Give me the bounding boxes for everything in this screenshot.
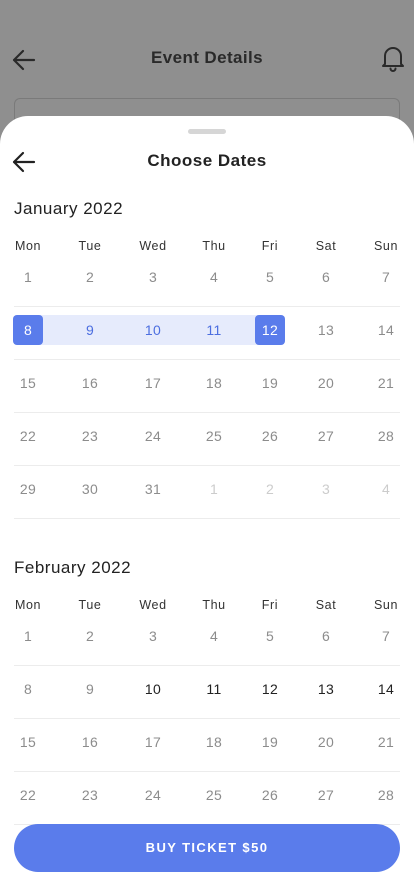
weekday-label: Sun: [373, 239, 399, 253]
event-details-title: Event Details: [151, 48, 263, 67]
weekday-label: Sat: [315, 598, 337, 612]
day-cell: 4: [381, 481, 391, 497]
day-cell: 2: [265, 481, 275, 497]
weekday-label: Mon: [14, 239, 42, 253]
day-cell[interactable]: 12: [255, 674, 285, 704]
weekday-label: Fri: [261, 598, 279, 612]
day-cell[interactable]: 4: [199, 262, 229, 292]
day-cell[interactable]: 17: [138, 727, 168, 757]
sheet-drag-handle[interactable]: [188, 129, 226, 134]
day-cell[interactable]: 27: [311, 780, 341, 810]
weekday-label: Mon: [14, 598, 42, 612]
weekday-label: Sun: [373, 598, 399, 612]
day-cell[interactable]: 25: [199, 780, 229, 810]
day-cell[interactable]: 18: [199, 368, 229, 398]
day-cell[interactable]: 19: [255, 727, 285, 757]
day-cell[interactable]: 9: [75, 315, 105, 345]
day-cell[interactable]: 20: [311, 368, 341, 398]
weekday-header: Mon Tue Wed Thu Fri Sat Sun: [0, 239, 414, 255]
month-title: January 2022: [14, 199, 124, 218]
day-cell[interactable]: 7: [371, 621, 401, 651]
day-cell[interactable]: 14: [371, 315, 401, 345]
day-cell[interactable]: 26: [255, 780, 285, 810]
day-cell[interactable]: 3: [138, 262, 168, 292]
day-cell[interactable]: 13: [311, 315, 341, 345]
weekday-label: Wed: [139, 239, 167, 253]
weekday-header: Mon Tue Wed Thu Fri Sat Sun: [0, 598, 414, 614]
day-cell[interactable]: 1: [13, 262, 43, 292]
day-cell-selected[interactable]: 8: [13, 315, 43, 345]
bell-icon[interactable]: [380, 44, 406, 72]
day-cell[interactable]: 14: [371, 674, 401, 704]
day-cell[interactable]: 28: [371, 780, 401, 810]
day-cell[interactable]: 22: [13, 421, 43, 451]
day-cell[interactable]: 24: [138, 780, 168, 810]
day-cell[interactable]: 11: [199, 315, 229, 345]
day-cell: 3: [321, 481, 331, 497]
day-cell[interactable]: 10: [138, 674, 168, 704]
day-cell[interactable]: 2: [75, 262, 105, 292]
weekday-label: Thu: [202, 598, 226, 612]
choose-dates-sheet: Choose Dates January 2022 Mon Tue Wed Thu Fri…: [0, 116, 414, 896]
day-cell[interactable]: 5: [255, 621, 285, 651]
day-cell[interactable]: 21: [371, 727, 401, 757]
day-cell-selected[interactable]: 12: [255, 315, 285, 345]
sheet-title: Choose Dates: [147, 151, 267, 170]
day-cell[interactable]: 11: [199, 674, 229, 704]
day-cell[interactable]: 3: [138, 621, 168, 651]
day-cell[interactable]: 5: [255, 262, 285, 292]
day-cell[interactable]: 13: [311, 674, 341, 704]
day-cell[interactable]: 26: [255, 421, 285, 451]
day-cell[interactable]: 9: [75, 674, 105, 704]
day-cell[interactable]: 6: [311, 262, 341, 292]
day-cell[interactable]: 25: [199, 421, 229, 451]
day-cell[interactable]: 23: [75, 421, 105, 451]
month-title: February 2022: [14, 558, 132, 577]
day-cell[interactable]: 19: [255, 368, 285, 398]
weekday-label: Tue: [78, 239, 102, 253]
day-cell[interactable]: 22: [13, 780, 43, 810]
day-cell[interactable]: 1: [13, 621, 43, 651]
day-cell[interactable]: 16: [75, 368, 105, 398]
day-cell[interactable]: 24: [138, 421, 168, 451]
day-cell[interactable]: 15: [13, 727, 43, 757]
day-cell[interactable]: 27: [311, 421, 341, 451]
day-cell: 1: [209, 481, 219, 497]
day-cell[interactable]: 6: [311, 621, 341, 651]
weekday-label: Fri: [261, 239, 279, 253]
day-cell[interactable]: 20: [311, 727, 341, 757]
day-cell[interactable]: 23: [75, 780, 105, 810]
day-cell[interactable]: 15: [13, 368, 43, 398]
day-cell[interactable]: 8: [13, 674, 43, 704]
day-cell[interactable]: 16: [75, 727, 105, 757]
day-cell[interactable]: 21: [371, 368, 401, 398]
weekday-label: Sat: [315, 239, 337, 253]
day-cell[interactable]: 10: [138, 315, 168, 345]
buy-ticket-button[interactable]: BUY TICKET $50: [14, 824, 400, 872]
day-cell[interactable]: 29: [13, 474, 43, 504]
day-cell[interactable]: 4: [199, 621, 229, 651]
day-cell[interactable]: 17: [138, 368, 168, 398]
day-cell[interactable]: 31: [138, 474, 168, 504]
day-cell[interactable]: 30: [75, 474, 105, 504]
day-cell[interactable]: 28: [371, 421, 401, 451]
weekday-label: Thu: [202, 239, 226, 253]
weekday-label: Tue: [78, 598, 102, 612]
weekday-label: Wed: [139, 598, 167, 612]
day-cell[interactable]: 18: [199, 727, 229, 757]
day-cell[interactable]: 2: [75, 621, 105, 651]
day-cell[interactable]: 7: [371, 262, 401, 292]
